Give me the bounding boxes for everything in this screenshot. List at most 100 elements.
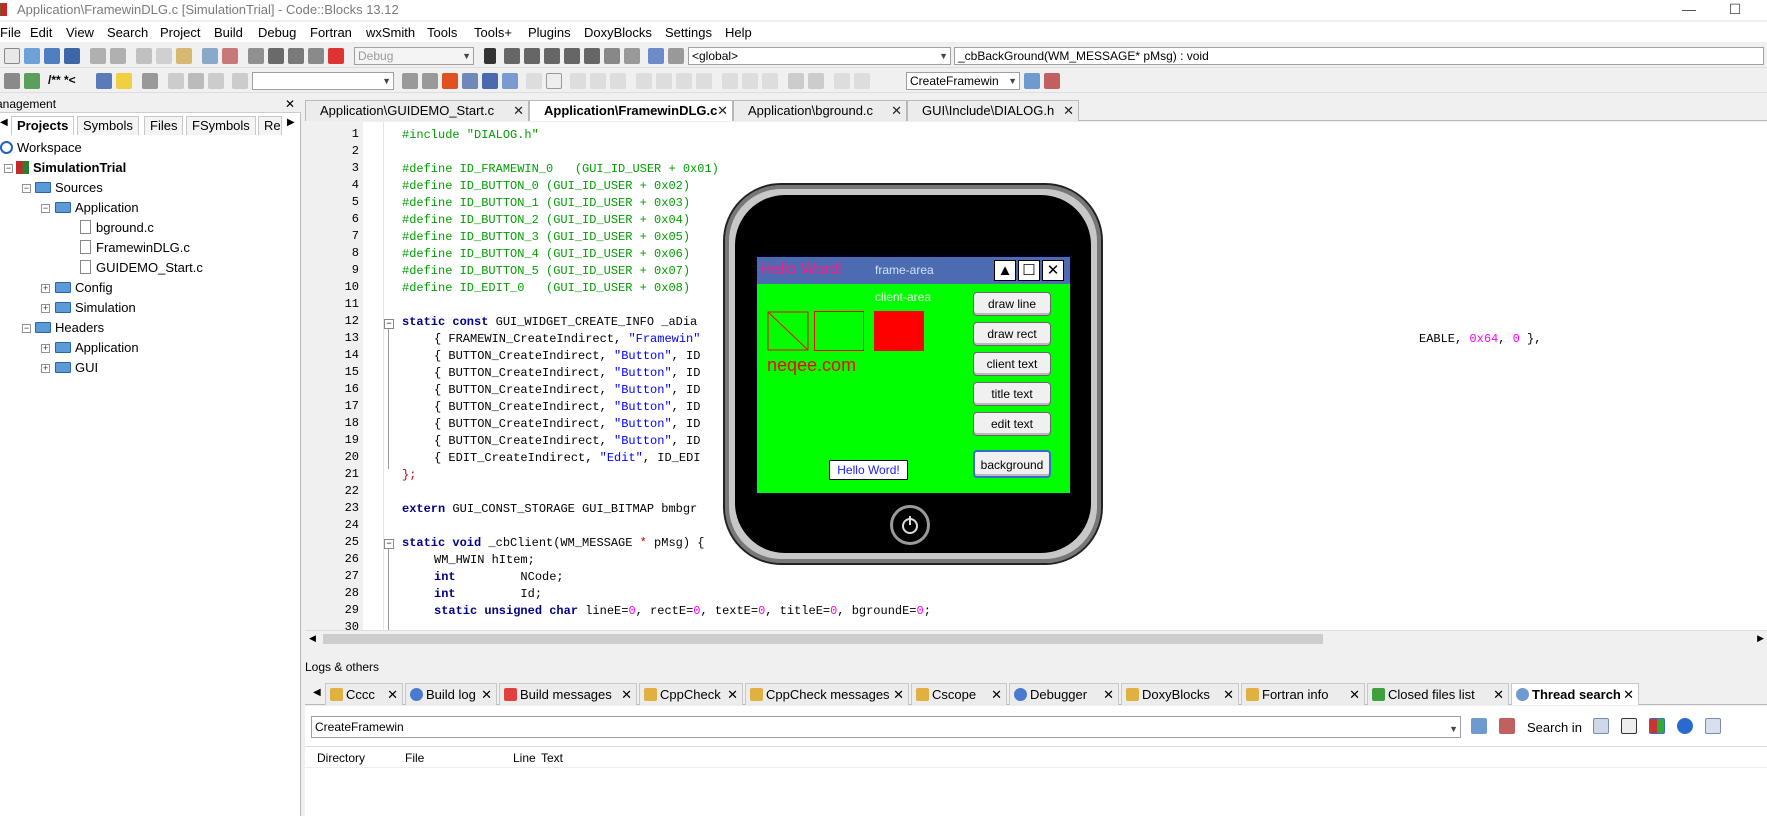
- maximize-icon[interactable]: ☐: [1018, 260, 1040, 281]
- edit-text-button[interactable]: edit text: [973, 412, 1051, 436]
- tree-file[interactable]: FramewinDLG.c: [80, 238, 190, 257]
- undo-icon[interactable]: [90, 48, 106, 64]
- replace-icon[interactable]: [222, 48, 238, 64]
- tree-file[interactable]: bground.c: [80, 218, 154, 237]
- sizer-icon[interactable]: [570, 73, 586, 89]
- run-next-icon[interactable]: [24, 73, 40, 89]
- panel-icon[interactable]: [590, 73, 606, 89]
- menu-wxsmith[interactable]: wxSmith: [366, 25, 415, 40]
- cut-icon[interactable]: [136, 48, 152, 64]
- tree-config[interactable]: Config: [55, 278, 113, 297]
- fold-toggle-icon[interactable]: −: [384, 539, 394, 549]
- menu-help[interactable]: Help: [725, 25, 752, 40]
- tree-headers-application[interactable]: Application: [55, 338, 139, 357]
- new-file-icon[interactable]: [4, 48, 20, 64]
- build-target-select[interactable]: Debug ▼: [354, 47, 474, 65]
- tab-projects[interactable]: Projects: [11, 116, 75, 135]
- menu-plugins[interactable]: Plugins: [528, 25, 571, 40]
- copy-icon[interactable]: [156, 48, 172, 64]
- collapse-toggle-icon[interactable]: −: [22, 184, 31, 193]
- tree-application[interactable]: Application: [55, 198, 139, 217]
- minimize-button[interactable]: —: [1666, 0, 1712, 20]
- scope-select[interactable]: <global> ▼: [688, 47, 951, 65]
- find-icon[interactable]: [202, 48, 218, 64]
- close-icon[interactable]: ✕: [621, 684, 632, 705]
- tab-closed-files-list[interactable]: Closed files list ✕: [1367, 683, 1509, 705]
- build-run-icon[interactable]: [288, 48, 304, 64]
- next-instruction-icon[interactable]: [544, 48, 560, 64]
- expand-toggle-icon[interactable]: +: [41, 344, 50, 353]
- tab-debugger[interactable]: Debugger ✕: [1009, 683, 1119, 705]
- editor-tab-framewindlg[interactable]: Application\FramewinDLG.c ✕: [529, 100, 733, 121]
- tab-thread-search[interactable]: Thread search ✕: [1511, 683, 1639, 705]
- close-icon[interactable]: ✕: [513, 101, 524, 121]
- jump-back-icon[interactable]: [402, 73, 418, 89]
- client-text-button[interactable]: client text: [973, 352, 1051, 376]
- menu-settings[interactable]: Settings: [665, 25, 712, 40]
- tab-fsymbols[interactable]: FSymbols: [186, 116, 256, 135]
- toolbar-item-icon[interactable]: [610, 73, 626, 89]
- tab-resources[interactable]: Re: [258, 116, 282, 135]
- close-icon[interactable]: ✕: [1063, 101, 1074, 121]
- editor-tab-guidemo-start[interactable]: Application\GUIDEMO_Start.c ✕: [305, 100, 529, 121]
- close-icon[interactable]: ✕: [1223, 684, 1234, 705]
- abort-icon[interactable]: [328, 48, 344, 64]
- pointer-icon[interactable]: [526, 73, 542, 89]
- minimize-icon[interactable]: ▲: [994, 260, 1016, 281]
- menu-project[interactable]: Project: [160, 25, 200, 40]
- save-all-icon[interactable]: [64, 48, 80, 64]
- tab-build-log[interactable]: Build log ✕: [405, 683, 497, 705]
- editor-horizontal-scrollbar[interactable]: ◀ ▶: [305, 630, 1767, 647]
- collapse-toggle-icon[interactable]: −: [22, 324, 31, 333]
- back-icon[interactable]: [168, 73, 184, 89]
- build-gear-icon[interactable]: [248, 48, 264, 64]
- menu-file[interactable]: File: [0, 25, 21, 40]
- step-into-icon[interactable]: [564, 48, 580, 64]
- scrollbar-thumb[interactable]: [323, 634, 1323, 644]
- edit-box[interactable]: Hello Word!: [829, 460, 908, 480]
- power-button[interactable]: [890, 505, 930, 545]
- layout-icon[interactable]: [742, 73, 758, 89]
- fold-toggle-icon[interactable]: −: [384, 319, 394, 329]
- close-icon[interactable]: ✕: [1349, 684, 1360, 705]
- function-select[interactable]: _cbBackGround(WM_MESSAGE* pMsg) : void: [954, 47, 1764, 65]
- zoom-out-icon[interactable]: [808, 73, 824, 89]
- close-icon[interactable]: ✕: [285, 96, 295, 112]
- directory-icon[interactable]: [1677, 718, 1693, 734]
- search-icon[interactable]: [1471, 718, 1487, 734]
- tab-cccc[interactable]: Cccc ✕: [325, 683, 403, 705]
- redo-icon[interactable]: [110, 48, 126, 64]
- scroll-right-icon[interactable]: ▶: [1757, 633, 1764, 644]
- tree-sources[interactable]: Sources: [35, 178, 103, 197]
- draw-line-button[interactable]: draw line: [973, 292, 1051, 316]
- menu-fortran[interactable]: Fortran: [310, 25, 352, 40]
- close-icon[interactable]: ✕: [717, 101, 728, 121]
- thread-search-input[interactable]: CreateFramewin ▼: [311, 716, 1461, 738]
- tab-build-messages[interactable]: Build messages ✕: [499, 683, 637, 705]
- run-to-cursor-icon[interactable]: [504, 48, 520, 64]
- grid-icon[interactable]: [722, 73, 738, 89]
- debug-start-icon[interactable]: [484, 48, 496, 64]
- close-icon[interactable]: ✕: [991, 684, 1002, 705]
- jump-forward-icon[interactable]: [422, 73, 438, 89]
- save-icon[interactable]: [44, 48, 60, 64]
- tab-scroll-left-icon[interactable]: ◀: [0, 117, 8, 128]
- expand-toggle-icon[interactable]: +: [41, 304, 50, 313]
- tree-workspace[interactable]: Workspace: [0, 138, 82, 157]
- draw-rect-button[interactable]: draw rect: [973, 322, 1051, 346]
- list-ctrl-icon[interactable]: [676, 73, 692, 89]
- doxy-comment-button[interactable]: /** *<: [48, 73, 76, 87]
- tab-files[interactable]: Files: [144, 116, 184, 135]
- highlight-icon[interactable]: [442, 73, 458, 89]
- tree-file[interactable]: GUIDEMO_Start.c: [80, 258, 203, 277]
- forward-icon[interactable]: [208, 73, 224, 89]
- menu-search[interactable]: Search: [107, 25, 148, 40]
- paste-icon[interactable]: [176, 48, 192, 64]
- tab-doxyblocks[interactable]: DoxyBlocks ✕: [1121, 683, 1239, 705]
- column-file[interactable]: File: [405, 751, 424, 765]
- tree-headers[interactable]: Headers: [35, 318, 104, 337]
- editor-tab-bground[interactable]: Application\bground.c ✕: [733, 100, 907, 121]
- tab-cppcheck[interactable]: CppCheck ✕: [639, 683, 743, 705]
- column-directory[interactable]: Directory: [317, 751, 365, 765]
- frame-icon[interactable]: [762, 73, 778, 89]
